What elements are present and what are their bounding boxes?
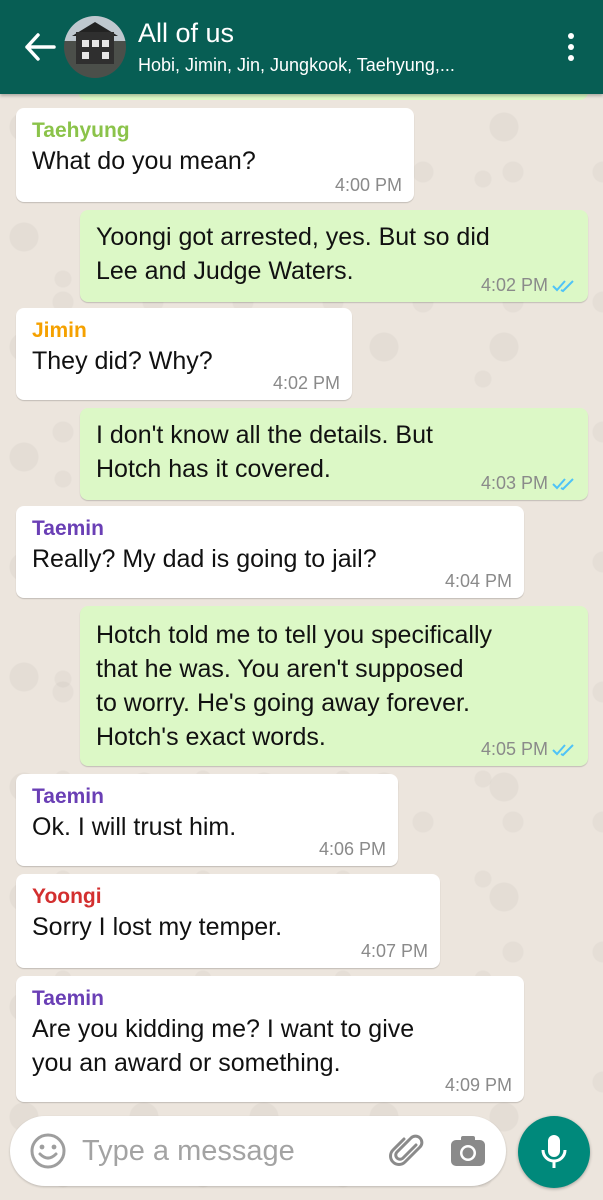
message-bubble[interactable]: Taemin Are you kidding me? I want to giv… — [16, 976, 524, 1102]
back-arrow-icon[interactable] — [20, 27, 60, 67]
message-bubble[interactable]: Yoongi Sorry I lost my temper. 4:07 PM — [16, 874, 440, 968]
message-text: Really? My dad is going to jail? — [32, 545, 377, 573]
message-text: Hotch told me to tell you specifically th… — [96, 621, 493, 751]
message-text: Are you kidding me? I want to give you an… — [32, 1015, 415, 1077]
sender-name: Taemin — [32, 987, 104, 1010]
microphone-icon[interactable] — [518, 1116, 590, 1188]
camera-icon[interactable] — [448, 1131, 488, 1171]
emoji-icon[interactable] — [28, 1131, 68, 1171]
message-bubble[interactable]: Jimin They did? Why? 4:02 PM — [16, 308, 352, 400]
sender-name: Taemin — [32, 785, 104, 808]
sender-name: Yoongi — [32, 885, 102, 908]
message-text: Sorry I lost my temper. — [32, 913, 283, 941]
message-bubble[interactable]: Yoongi got arrested, yes. But so did Lee … — [80, 210, 588, 302]
message-bubble[interactable]: Taemin Really? My dad is going to jail? … — [16, 506, 524, 598]
message-time: 4:00 PM — [334, 175, 402, 195]
message-time: 4:02 PM — [481, 275, 576, 296]
message-time: 4:06 PM — [318, 839, 386, 859]
more-options-icon[interactable] — [551, 17, 591, 77]
message-time: 4:07 PM — [360, 941, 428, 961]
chat-title-block[interactable]: All of us Hobi, Jimin, Jin, Jungkook, Ta… — [138, 17, 551, 77]
group-avatar[interactable] — [64, 16, 126, 78]
sender-name: Taehyung — [32, 119, 130, 142]
message-time: 4:03 PM — [481, 473, 576, 494]
chat-title: All of us — [138, 18, 235, 48]
message-bubble[interactable]: Taemin Ok. I will trust him. 4:06 PM — [16, 774, 398, 866]
message-time: 4:04 PM — [444, 571, 512, 591]
double-check-icon — [552, 477, 574, 490]
paperclip-icon[interactable] — [388, 1131, 428, 1171]
double-check-icon — [552, 743, 574, 756]
message-text: What do you mean? — [32, 147, 256, 175]
message-time: 4:05 PM — [481, 739, 576, 760]
double-check-icon — [552, 279, 574, 292]
message-composer — [10, 1116, 506, 1186]
message-time: 4:02 PM — [272, 373, 340, 393]
chat-header: All of us Hobi, Jimin, Jin, Jungkook, Ta… — [0, 0, 603, 94]
sender-name: Taemin — [32, 517, 104, 540]
message-bubble[interactable]: I don't know all the details. But Hotch h… — [80, 408, 588, 500]
sender-name: Jimin — [32, 319, 87, 342]
message-bubble[interactable]: Hotch told me to tell you specifically th… — [80, 606, 588, 766]
message-input[interactable] — [82, 1134, 388, 1168]
message-time: 4:09 PM — [444, 1075, 512, 1095]
message-bubble[interactable]: Taehyung What do you mean? 4:00 PM — [16, 108, 414, 202]
chat-participants: Hobi, Jimin, Jin, Jungkook, Taehyung,... — [138, 55, 455, 75]
